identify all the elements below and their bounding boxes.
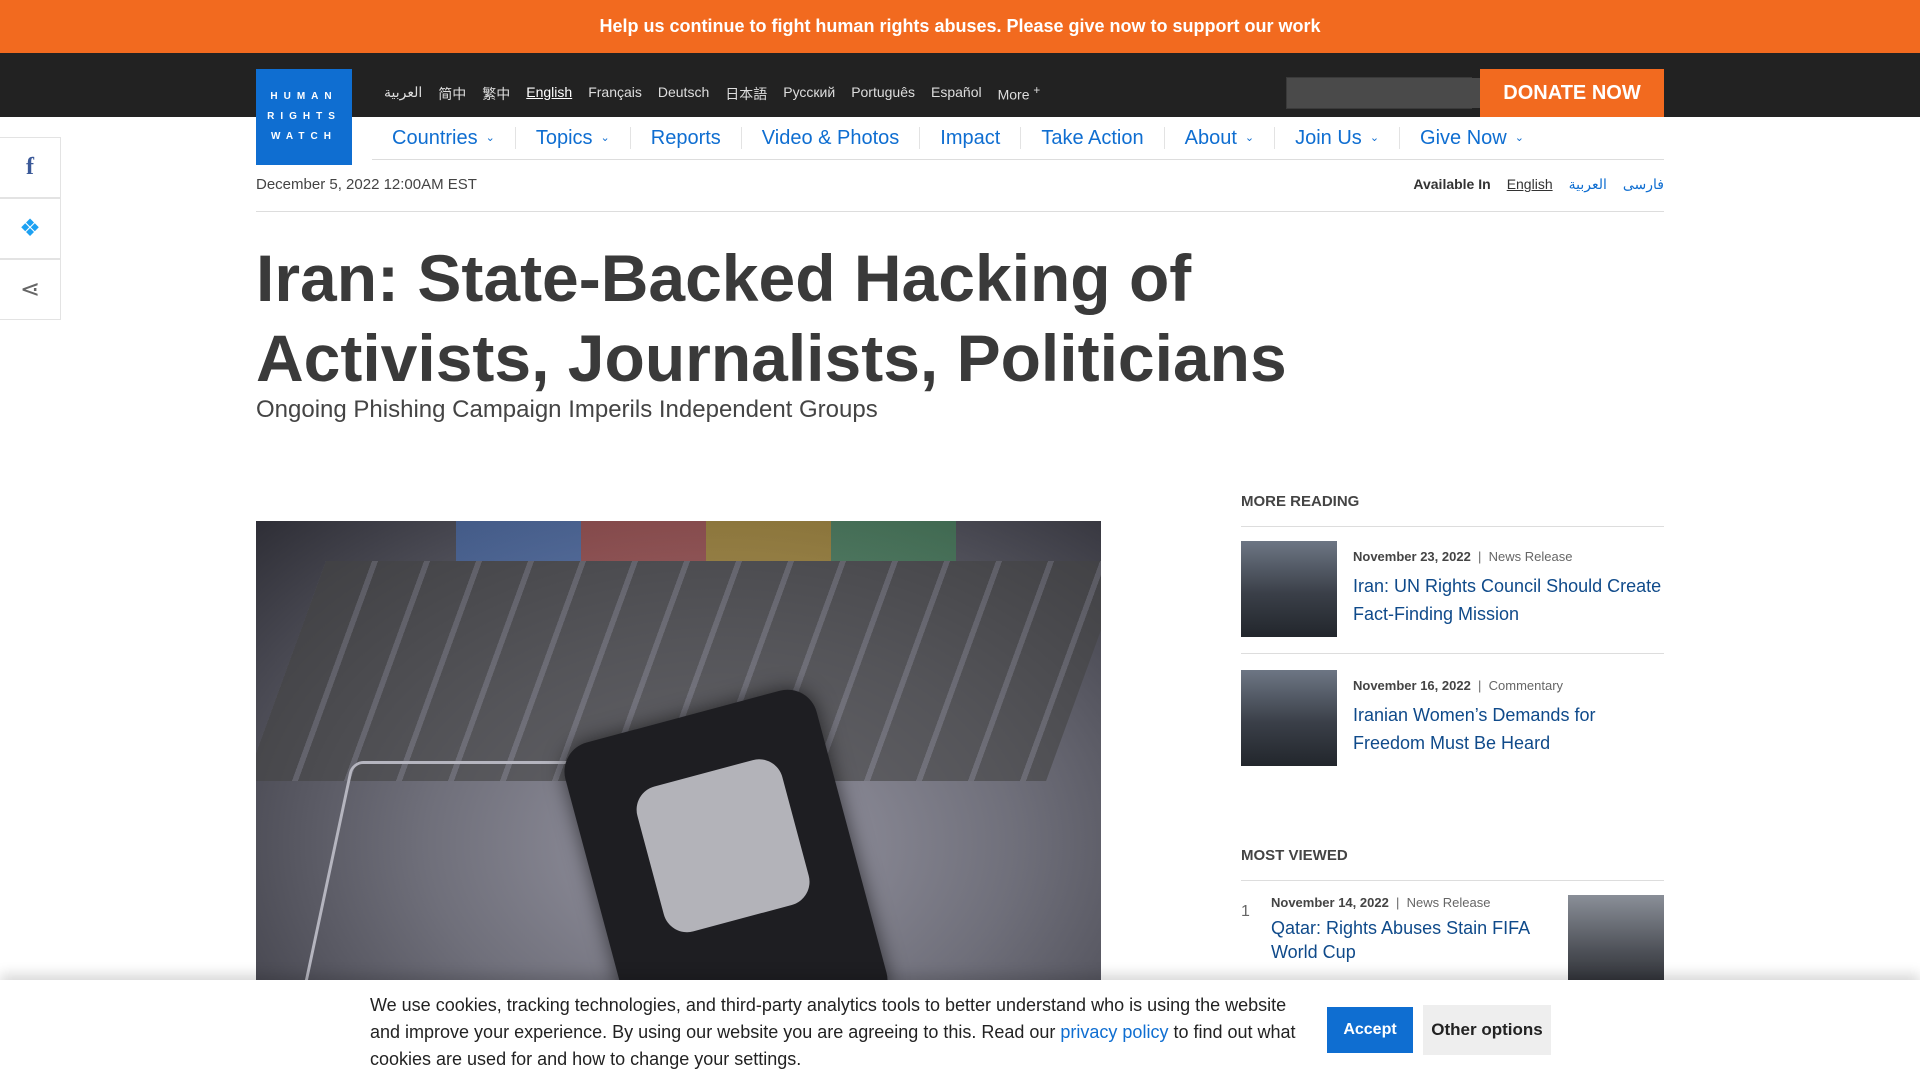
lang-japanese[interactable]: 日本語 bbox=[725, 84, 767, 104]
nav-countries[interactable]: Countries ⌄ bbox=[372, 127, 516, 149]
item-type: News Release bbox=[1488, 549, 1573, 564]
available-arabic-link[interactable]: العربية bbox=[1569, 176, 1607, 211]
lang-french[interactable]: Français bbox=[588, 84, 642, 104]
donation-banner[interactable]: Help us continue to fight human rights a… bbox=[0, 0, 1920, 53]
nav-about[interactable]: About ⌄ bbox=[1165, 127, 1276, 149]
more-reading-thumbnail[interactable] bbox=[1241, 670, 1337, 766]
item-type: News Release bbox=[1406, 895, 1491, 910]
banner-text[interactable]: Help us continue to fight human rights a… bbox=[599, 16, 1320, 37]
twitter-share-button[interactable]: ❖ bbox=[0, 198, 61, 259]
search-input[interactable] bbox=[1287, 78, 1480, 108]
facebook-share-button[interactable]: f bbox=[0, 137, 61, 198]
google-logo-backdrop bbox=[456, 521, 956, 561]
share-button[interactable]: ⋖ bbox=[0, 259, 61, 320]
twitter-icon: ❖ bbox=[19, 215, 41, 242]
more-reading-item[interactable]: November 23, 2022 | News Release Iran: U… bbox=[1241, 541, 1664, 654]
more-reading-text: November 16, 2022 | Commentary Iranian W… bbox=[1353, 670, 1664, 783]
lang-traditional-chinese[interactable]: 繁中 bbox=[482, 84, 510, 104]
share-icon: ⋖ bbox=[19, 276, 41, 303]
lang-german[interactable]: Deutsch bbox=[658, 84, 709, 104]
nav-label: Topics bbox=[535, 127, 593, 149]
nav-label: Video & Photos bbox=[761, 127, 900, 149]
most-viewed-text: November 14, 2022 | News Release Qatar: … bbox=[1271, 895, 1568, 991]
article-subtitle: Ongoing Phishing Campaign Imperils Indep… bbox=[256, 396, 878, 423]
item-date: November 23, 2022 bbox=[1353, 549, 1471, 564]
item-headline[interactable]: Iranian Women’s Demands for Freedom Must… bbox=[1353, 701, 1664, 757]
logo-line: HUMAN bbox=[270, 91, 338, 102]
item-headline[interactable]: Qatar: Rights Abuses Stain FIFA World Cu… bbox=[1271, 916, 1568, 964]
nav-topics[interactable]: Topics ⌄ bbox=[516, 127, 631, 149]
more-reading-item[interactable]: November 16, 2022 | Commentary Iranian W… bbox=[1241, 670, 1664, 783]
more-reading-text: November 23, 2022 | News Release Iran: U… bbox=[1353, 541, 1664, 653]
share-bar: f ❖ ⋖ bbox=[0, 137, 61, 320]
nav-label: Impact bbox=[940, 127, 1001, 149]
hrw-logo[interactable]: HUMAN RIGHTS WATCH bbox=[256, 69, 352, 165]
nav-label: Countries bbox=[392, 127, 478, 149]
available-in-label: Available In bbox=[1413, 176, 1491, 192]
most-viewed-thumbnail[interactable] bbox=[1568, 895, 1664, 991]
nav-label: Give Now bbox=[1420, 127, 1507, 149]
search-box: ⚲ bbox=[1286, 77, 1492, 109]
more-reading-heading: More Reading bbox=[1241, 493, 1664, 527]
nav-reports[interactable]: Reports bbox=[631, 127, 742, 149]
lang-more[interactable]: More + bbox=[998, 84, 1041, 104]
chevron-down-icon: ⌄ bbox=[600, 132, 610, 144]
item-meta: November 16, 2022 | Commentary bbox=[1353, 678, 1564, 693]
lang-simplified-chinese[interactable]: 简中 bbox=[438, 84, 466, 104]
article-dateline: December 5, 2022 12:00AM EST Available I… bbox=[256, 176, 1664, 212]
main-nav: Countries ⌄ Topics ⌄ Reports Video & Photo… bbox=[372, 117, 1664, 160]
item-date: November 14, 2022 bbox=[1271, 895, 1389, 910]
nav-label: Take Action bbox=[1041, 127, 1144, 149]
lang-more-label: More bbox=[997, 86, 1030, 103]
nav-label: Reports bbox=[650, 127, 721, 149]
nav-join-us[interactable]: Join Us ⌄ bbox=[1275, 127, 1401, 149]
cookie-banner: We use cookies, tracking technologies, a… bbox=[0, 980, 1920, 1080]
article-title: Iran: State-Backed Hacking of Activists,… bbox=[256, 241, 1287, 395]
article-date: December 5, 2022 12:00AM EST bbox=[256, 176, 477, 193]
item-headline[interactable]: Iran: UN Rights Council Should Create Fa… bbox=[1353, 572, 1664, 628]
nav-video-photos[interactable]: Video & Photos bbox=[742, 127, 921, 149]
language-switcher: العربية 简中 繁中 English Français Deutsch 日… bbox=[384, 84, 1040, 104]
plus-icon: + bbox=[1033, 84, 1041, 97]
item-meta: November 14, 2022 | News Release bbox=[1271, 895, 1491, 910]
logo-line: RIGHTS bbox=[267, 111, 341, 122]
available-languages: Available In English العربية فارسی bbox=[1413, 176, 1664, 211]
lang-russian[interactable]: Русский bbox=[783, 84, 835, 104]
more-reading-thumbnail[interactable] bbox=[1241, 541, 1337, 637]
chevron-down-icon: ⌄ bbox=[1244, 132, 1255, 144]
nav-label: Join Us bbox=[1295, 127, 1362, 149]
chevron-down-icon: ⌄ bbox=[1369, 132, 1380, 144]
item-type: Commentary bbox=[1488, 678, 1564, 693]
nav-give-now[interactable]: Give Now ⌄ bbox=[1400, 127, 1544, 149]
nav-impact[interactable]: Impact bbox=[920, 127, 1022, 149]
lang-english[interactable]: English bbox=[526, 84, 572, 104]
most-viewed-item[interactable]: 1 November 14, 2022 | News Release Qatar… bbox=[1241, 895, 1664, 991]
donate-button[interactable]: DONATE NOW bbox=[1480, 69, 1664, 117]
cookie-message: We use cookies, tracking technologies, a… bbox=[370, 992, 1315, 1073]
other-options-button[interactable]: Other options bbox=[1423, 1005, 1551, 1055]
rank-number: 1 bbox=[1241, 903, 1250, 920]
lang-arabic[interactable]: العربية bbox=[384, 84, 422, 104]
available-english-link[interactable]: English bbox=[1507, 176, 1553, 211]
logo-line: WATCH bbox=[271, 131, 337, 142]
hero-image bbox=[256, 521, 1101, 981]
privacy-policy-link[interactable]: privacy policy bbox=[1060, 1022, 1168, 1042]
lang-portuguese[interactable]: Português bbox=[851, 84, 915, 104]
available-farsi-link[interactable]: فارسی bbox=[1623, 176, 1664, 211]
facebook-icon: f bbox=[26, 154, 34, 180]
item-date: November 16, 2022 bbox=[1353, 678, 1471, 693]
chevron-down-icon: ⌄ bbox=[485, 132, 495, 144]
nav-take-action[interactable]: Take Action bbox=[1021, 127, 1165, 149]
google-apps-folder bbox=[631, 753, 815, 938]
most-viewed-heading: Most Viewed bbox=[1241, 847, 1664, 881]
accept-cookies-button[interactable]: Accept bbox=[1327, 1007, 1413, 1053]
lang-spanish[interactable]: Español bbox=[931, 84, 982, 104]
item-meta: November 23, 2022 | News Release bbox=[1353, 549, 1573, 564]
nav-label: About bbox=[1184, 127, 1237, 149]
chevron-down-icon: ⌄ bbox=[1514, 132, 1524, 144]
